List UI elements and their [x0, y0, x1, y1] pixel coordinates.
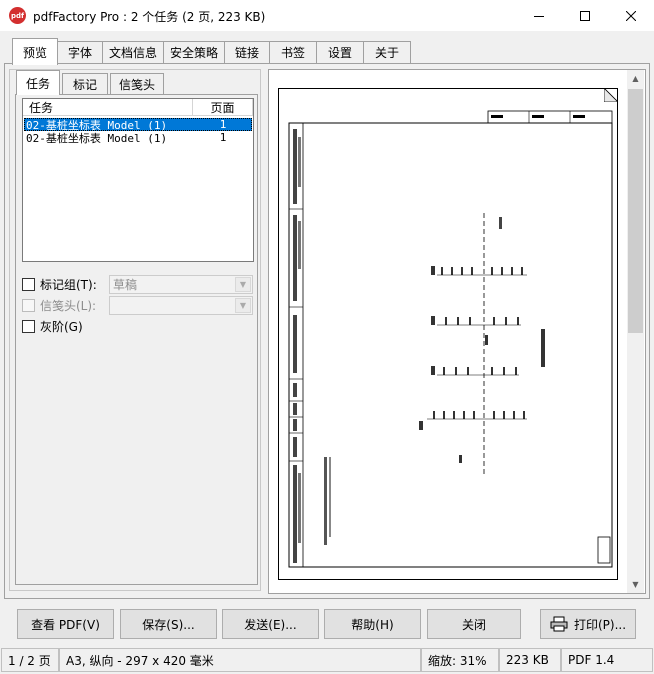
- job-row[interactable]: 02-基桩坐标表 Model (1) 1: [24, 131, 252, 145]
- status-page: 1 / 2 页: [1, 648, 59, 672]
- subtab-markup[interactable]: 标记: [62, 73, 108, 94]
- tab-preview[interactable]: 预览: [12, 38, 58, 65]
- grayscale-label: 灰阶(G): [40, 320, 83, 334]
- markup-group-value: 草稿: [113, 278, 138, 292]
- letterhead-select[interactable]: ▼: [109, 296, 253, 315]
- maximize-button[interactable]: [562, 0, 608, 31]
- tab-bookmarks[interactable]: 书签: [269, 41, 317, 63]
- page-preview: [278, 88, 618, 580]
- send-button[interactable]: 发送(E)...: [222, 609, 319, 639]
- tab-document-info[interactable]: 文档信息: [102, 41, 164, 63]
- markup-group-select[interactable]: 草稿 ▼: [109, 275, 253, 294]
- close-button[interactable]: [608, 0, 654, 31]
- printer-icon: [550, 616, 568, 632]
- job-name: 02-基桩坐标表 Model (1): [26, 131, 168, 145]
- chevron-down-icon: ▼: [235, 277, 251, 292]
- close-dialog-button[interactable]: 关闭: [427, 609, 521, 639]
- tab-about[interactable]: 关于: [363, 41, 411, 63]
- window-title: pdfFactory Pro : 2 个任务 (2 页, 223 KB): [33, 10, 266, 24]
- column-header-job[interactable]: 任务: [23, 99, 193, 116]
- page-fold-corner: [603, 87, 619, 103]
- save-button[interactable]: 保存(S)...: [120, 609, 217, 639]
- job-list-header: 任务 页面: [23, 99, 253, 116]
- scroll-down-icon[interactable]: ▼: [627, 576, 644, 593]
- maximize-icon: [580, 10, 590, 21]
- help-button[interactable]: 帮助(H): [324, 609, 421, 639]
- tab-links[interactable]: 链接: [224, 41, 270, 63]
- status-pdf-version: PDF 1.4: [561, 648, 653, 672]
- status-size: 223 KB: [499, 648, 561, 672]
- subtab-jobs[interactable]: 任务: [16, 70, 60, 95]
- pdf-app-icon: pdf: [9, 7, 26, 24]
- status-paper: A3, 纵向 - 297 x 420 毫米: [59, 648, 421, 672]
- grayscale-checkbox[interactable]: [22, 320, 35, 333]
- letterhead-checkbox[interactable]: [22, 299, 35, 312]
- close-icon: [626, 10, 636, 21]
- print-label: 打印(P)...: [573, 617, 627, 632]
- markup-group-label: 标记组(T):: [40, 278, 97, 292]
- scrollbar-thumb[interactable]: [628, 89, 643, 333]
- subtab-letterhead[interactable]: 信笺头: [110, 73, 164, 94]
- tab-security[interactable]: 安全策略: [163, 41, 225, 63]
- job-pages: 1: [219, 131, 227, 144]
- job-pages: 1: [219, 118, 227, 131]
- column-header-pages[interactable]: 页面: [193, 99, 253, 116]
- chevron-down-icon: ▼: [235, 298, 251, 313]
- minimize-button[interactable]: [516, 0, 562, 31]
- letterhead-label: 信笺头(L):: [40, 299, 97, 313]
- status-zoom: 缩放: 31%: [421, 648, 499, 672]
- view-pdf-button[interactable]: 查看 PDF(V): [17, 609, 114, 639]
- scroll-up-icon[interactable]: ▲: [627, 70, 644, 87]
- tab-settings[interactable]: 设置: [316, 41, 364, 63]
- markup-group-checkbox[interactable]: [22, 278, 35, 291]
- tab-fonts[interactable]: 字体: [57, 41, 103, 63]
- drawing-thumbnail: [288, 110, 613, 568]
- minimize-icon: [534, 15, 544, 17]
- print-button[interactable]: 打印(P)...: [540, 609, 636, 639]
